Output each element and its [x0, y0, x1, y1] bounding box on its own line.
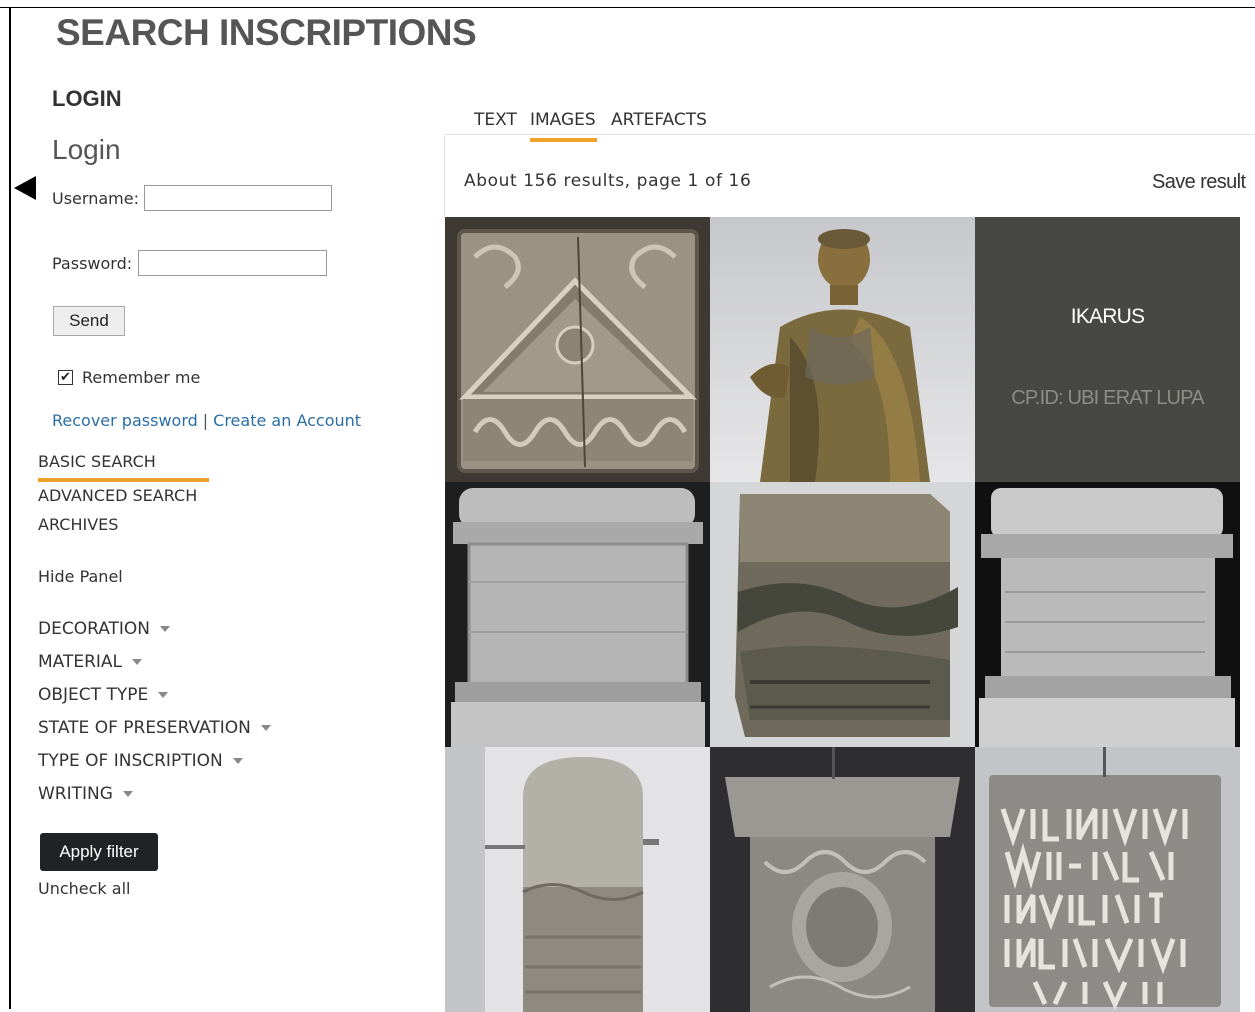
- filter-label: DECORATION: [38, 619, 151, 639]
- chevron-down-icon: [132, 659, 143, 665]
- filter-type-of-inscription[interactable]: TYPE OF INSCRIPTION: [38, 751, 243, 771]
- page-title: SEARCH INSCRIPTIONS: [56, 12, 477, 53]
- result-image-relief-gable[interactable]: [445, 217, 710, 482]
- filter-label: STATE OF PRESERVATION: [38, 718, 251, 738]
- username-input[interactable]: [144, 185, 332, 211]
- checkmark-icon: ✔: [60, 370, 71, 385]
- tab-text[interactable]: TEXT: [474, 110, 517, 130]
- nav-active-indicator: [38, 478, 209, 482]
- recover-password-link[interactable]: Recover password: [52, 411, 198, 430]
- nav-advanced-search[interactable]: ADVANCED SEARCH: [38, 486, 197, 505]
- chevron-down-icon: [122, 791, 133, 797]
- login-section-heading: LOGIN: [52, 86, 122, 111]
- filter-decoration[interactable]: DECORATION: [38, 619, 171, 639]
- result-image-weathered-block[interactable]: [710, 482, 975, 747]
- nav-archives[interactable]: ARCHIVES: [38, 515, 118, 534]
- result-image-bronze-statue[interactable]: [710, 217, 975, 482]
- tab-artefacts[interactable]: ARTEFACTS: [611, 110, 707, 130]
- apply-filter-button[interactable]: Apply filter: [40, 833, 158, 871]
- result-image-carved-capital[interactable]: [710, 747, 975, 1012]
- results-panel-border: [444, 135, 445, 217]
- filter-label: TYPE OF INSCRIPTION: [38, 751, 223, 771]
- login-title: Login: [52, 134, 121, 165]
- chevron-down-icon: [158, 692, 169, 698]
- tab-active-indicator: [530, 138, 597, 142]
- chevron-down-icon: [260, 725, 271, 731]
- filter-state-of-preservation[interactable]: STATE OF PRESERVATION: [38, 718, 271, 738]
- frame-left-border: [9, 7, 11, 1009]
- collapse-panel-arrow-icon[interactable]: [14, 176, 36, 200]
- uncheck-all-link[interactable]: Uncheck all: [38, 879, 130, 898]
- filter-writing[interactable]: WRITING: [38, 784, 133, 804]
- filter-label: OBJECT TYPE: [38, 685, 149, 705]
- frame-top-border: [0, 7, 1255, 8]
- hide-panel-link[interactable]: Hide Panel: [38, 567, 123, 586]
- filter-object-type[interactable]: OBJECT TYPE: [38, 685, 169, 705]
- chevron-down-icon: [160, 626, 171, 632]
- create-account-link[interactable]: Create an Account: [213, 411, 361, 430]
- result-image-inscribed-stone[interactable]: [975, 747, 1240, 1012]
- filter-label: WRITING: [38, 784, 113, 804]
- remember-me-checkbox[interactable]: ✔: [58, 370, 73, 385]
- chevron-down-icon: [232, 758, 243, 764]
- tab-images[interactable]: IMAGES: [530, 110, 596, 130]
- result-ikarus-card[interactable]: IKARUS CP.ID: UBI ERAT LUPA: [975, 217, 1240, 482]
- filter-material[interactable]: MATERIAL: [38, 652, 143, 672]
- image-results-grid: IKARUS CP.ID: UBI ERAT LUPA: [445, 217, 1240, 1012]
- link-separator: |: [202, 411, 209, 430]
- result-image-stele[interactable]: [445, 747, 710, 1012]
- send-button[interactable]: Send: [53, 306, 125, 336]
- ikarus-card-title: IKARUS: [1070, 305, 1145, 328]
- result-image-altar-1[interactable]: [445, 482, 710, 747]
- remember-me[interactable]: ✔ Remember me: [58, 368, 200, 387]
- account-links: Recover password | Create an Account: [52, 411, 361, 430]
- ikarus-card-subtitle: CP.ID: UBI ERAT LUPA: [1011, 387, 1204, 409]
- username-label: Username:: [52, 189, 139, 208]
- results-summary: About 156 results, page 1 of 16: [464, 171, 752, 191]
- password-label: Password:: [52, 254, 133, 273]
- tabs-divider: [445, 134, 1255, 135]
- password-input[interactable]: [138, 250, 327, 276]
- save-result-button[interactable]: Save result: [1152, 171, 1246, 194]
- filter-label: MATERIAL: [38, 652, 123, 672]
- result-image-altar-2[interactable]: [975, 482, 1240, 747]
- nav-basic-search[interactable]: BASIC SEARCH: [38, 452, 156, 471]
- remember-me-label: Remember me: [82, 368, 201, 387]
